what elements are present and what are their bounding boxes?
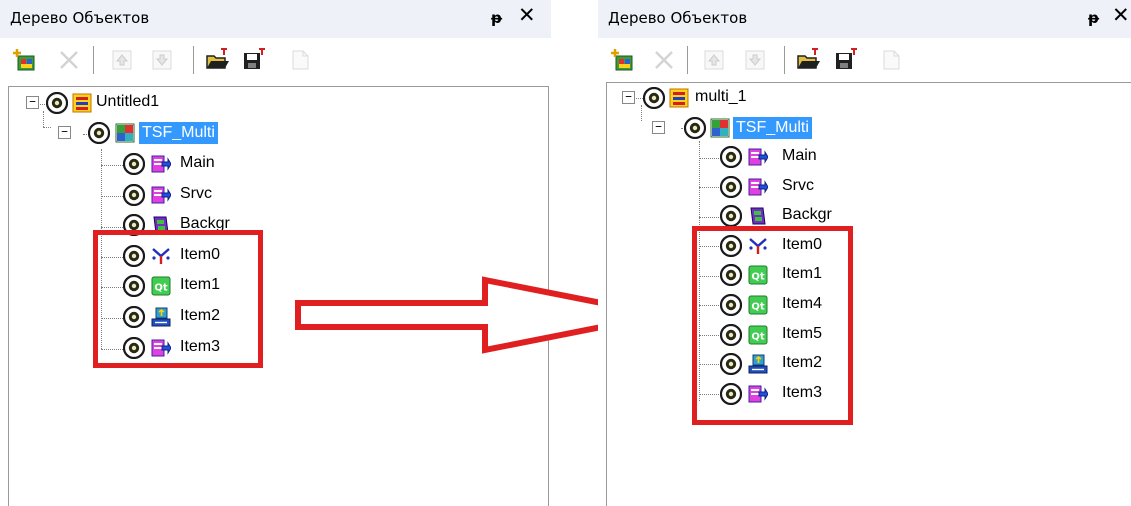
- pin-icon[interactable]: ᵽ: [1088, 9, 1099, 27]
- toolbar-separator: [193, 46, 194, 74]
- project-icon: [669, 88, 689, 108]
- properties-button[interactable]: [288, 48, 312, 72]
- save-button[interactable]: [834, 48, 858, 72]
- move-up-button[interactable]: [702, 48, 726, 72]
- move-down-button[interactable]: [743, 48, 767, 72]
- delete-icon: [652, 48, 676, 72]
- object-tree-panel-right: Дерево Объектов ᵽ ✕ − multi_1 − TSF_Mult…: [598, 0, 1131, 506]
- tree-node-item[interactable]: Main: [598, 142, 898, 172]
- collapse-toggle[interactable]: −: [652, 121, 665, 134]
- save-button[interactable]: [242, 48, 266, 72]
- visibility-eye-icon[interactable]: [720, 205, 742, 227]
- open-folder-icon: [796, 48, 820, 72]
- toolbar-separator: [93, 46, 94, 74]
- toolbar: [598, 38, 1131, 86]
- tree-node-label: TSF_Multi: [733, 117, 812, 139]
- document-icon: [288, 48, 312, 72]
- add-object-icon: [12, 48, 36, 72]
- tree-node-module[interactable]: − TSF_Multi: [0, 118, 540, 148]
- tree-node-label: Srvc: [180, 184, 212, 202]
- delete-icon: [57, 48, 81, 72]
- delete-button[interactable]: [57, 48, 81, 72]
- collapse-toggle[interactable]: −: [58, 126, 71, 139]
- add-object-button[interactable]: [12, 48, 36, 72]
- tree-node-label: TSF_Multi: [139, 122, 218, 144]
- visibility-eye-icon[interactable]: [643, 87, 665, 109]
- tree-node-root[interactable]: − multi_1: [598, 83, 1118, 113]
- project-icon: [72, 93, 92, 113]
- visibility-eye-icon[interactable]: [720, 146, 742, 168]
- collapse-toggle[interactable]: −: [26, 96, 39, 109]
- save-disk-icon: [834, 48, 858, 72]
- tree-node-label: Srvc: [782, 176, 814, 194]
- script-arrow-icon: [748, 177, 768, 197]
- open-button[interactable]: [796, 48, 820, 72]
- panel-title: Дерево Объектов: [608, 9, 748, 27]
- close-icon[interactable]: ✕: [1112, 5, 1130, 26]
- tree-node-item[interactable]: Main: [0, 149, 300, 179]
- film-icon: [748, 206, 768, 226]
- visibility-eye-icon[interactable]: [46, 92, 68, 114]
- panel-titlebar: Дерево Объектов ᵽ ✕: [0, 0, 551, 38]
- document-icon: [879, 48, 903, 72]
- tree-node-module[interactable]: − TSF_Multi: [598, 113, 1118, 143]
- close-icon[interactable]: ✕: [518, 5, 536, 26]
- visibility-eye-icon[interactable]: [88, 122, 110, 144]
- delete-button[interactable]: [652, 48, 676, 72]
- tree-node-item[interactable]: Srvc: [598, 172, 898, 202]
- highlight-box: [692, 226, 853, 425]
- module-icon: [115, 123, 135, 143]
- panel-title: Дерево Объектов: [10, 9, 150, 27]
- object-tree-panel-left: Дерево Объектов ᵽ ✕ − Untitled1 − TSF_Mu…: [0, 0, 551, 506]
- save-disk-icon: [242, 48, 266, 72]
- toolbar: [0, 38, 551, 86]
- visibility-eye-icon[interactable]: [123, 153, 145, 175]
- move-down-icon: [150, 48, 174, 72]
- tree-node-label: Main: [180, 154, 215, 171]
- toolbar-separator: [784, 46, 785, 74]
- tree-node-root[interactable]: − Untitled1: [0, 88, 540, 118]
- pin-icon[interactable]: ᵽ: [491, 9, 502, 27]
- tree-node-label: Backgr: [782, 206, 832, 224]
- move-down-icon: [743, 48, 767, 72]
- toolbar-separator: [687, 46, 688, 74]
- highlight-box: [93, 230, 263, 368]
- module-icon: [710, 118, 730, 138]
- add-object-icon: [610, 48, 634, 72]
- panel-titlebar: Дерево Объектов ᵽ ✕: [598, 0, 1131, 38]
- collapse-toggle[interactable]: −: [622, 91, 635, 104]
- visibility-eye-icon[interactable]: [123, 184, 145, 206]
- properties-button[interactable]: [879, 48, 903, 72]
- move-up-icon: [702, 48, 726, 72]
- move-up-icon: [110, 48, 134, 72]
- move-up-button[interactable]: [110, 48, 134, 72]
- script-arrow-icon: [151, 185, 171, 205]
- move-down-button[interactable]: [150, 48, 174, 72]
- script-arrow-icon: [151, 154, 171, 174]
- add-object-button[interactable]: [610, 48, 634, 72]
- tree-node-label: Untitled1: [96, 93, 160, 110]
- open-button[interactable]: [205, 48, 229, 72]
- visibility-eye-icon[interactable]: [684, 117, 706, 139]
- visibility-eye-icon[interactable]: [720, 176, 742, 198]
- script-arrow-icon: [748, 147, 768, 167]
- tree-node-label: multi_1: [695, 88, 747, 105]
- tree-node-item[interactable]: Srvc: [0, 180, 300, 210]
- open-folder-icon: [205, 48, 229, 72]
- tree-node-label: Main: [782, 147, 817, 164]
